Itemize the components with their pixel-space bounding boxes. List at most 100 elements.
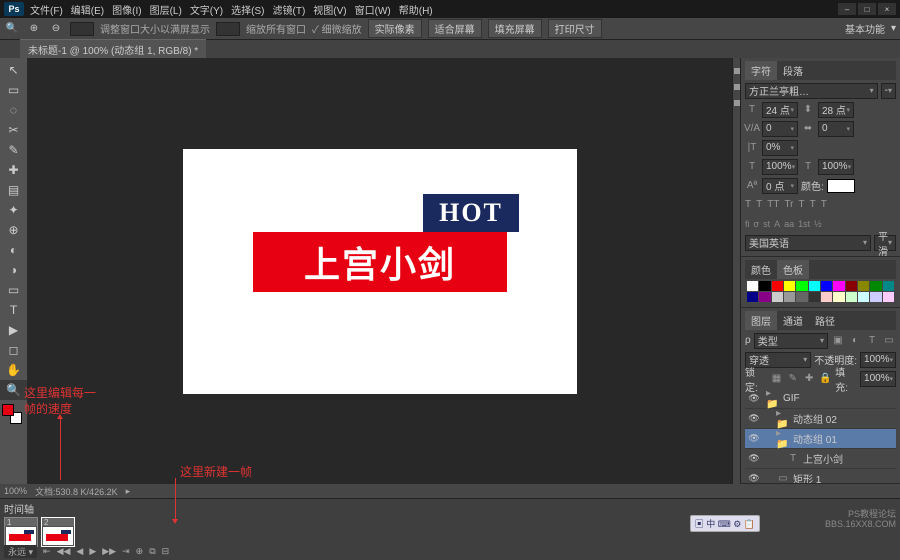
tab-channels[interactable]: 通道 bbox=[777, 311, 809, 330]
zoom-tool[interactable]: 🔍 bbox=[0, 380, 27, 400]
doc-size[interactable]: 文档:530.8 K/426.2K bbox=[35, 485, 118, 498]
swatch[interactable] bbox=[747, 281, 758, 291]
swatch[interactable] bbox=[796, 281, 807, 291]
swatch[interactable] bbox=[833, 292, 844, 302]
swatch[interactable] bbox=[759, 281, 770, 291]
tab-layers[interactable]: 图层 bbox=[745, 311, 777, 330]
gradient-tool[interactable]: ◐ bbox=[0, 240, 27, 260]
tab-paragraph[interactable]: 段落 bbox=[777, 61, 809, 80]
antialiasing-select[interactable]: 平滑 bbox=[874, 235, 896, 251]
lock-pos-icon[interactable]: ✚ bbox=[803, 372, 816, 386]
swatch[interactable] bbox=[809, 292, 820, 302]
swatch[interactable] bbox=[772, 292, 783, 302]
filter-icon[interactable]: ▭ bbox=[882, 334, 896, 348]
layer-row[interactable]: 👁T上宫小剑 bbox=[745, 449, 896, 469]
fill-input[interactable]: 100% bbox=[860, 371, 896, 387]
swatch[interactable] bbox=[821, 292, 832, 302]
ot-alt[interactable]: σ bbox=[754, 219, 760, 229]
swatch[interactable] bbox=[858, 292, 869, 302]
close-button[interactable]: × bbox=[878, 3, 896, 15]
swatch[interactable] bbox=[883, 281, 894, 291]
kerning-input[interactable]: 0 bbox=[762, 121, 798, 137]
dodge-tool[interactable]: ◑ bbox=[0, 260, 27, 280]
dock-icon[interactable] bbox=[734, 100, 740, 106]
visibility-toggle[interactable]: 👁 bbox=[748, 453, 760, 464]
swatch-grid[interactable] bbox=[745, 279, 896, 304]
tab-character[interactable]: 字符 bbox=[745, 61, 777, 80]
layer-row[interactable]: 👁▭矩形 1 bbox=[745, 469, 896, 484]
tracking-input[interactable]: 0 bbox=[818, 121, 854, 137]
swatch[interactable] bbox=[846, 292, 857, 302]
shift-input[interactable]: 0 点 bbox=[762, 178, 798, 194]
fill-screen-button[interactable]: 填充屏幕 bbox=[488, 19, 542, 38]
filter-kind-select[interactable]: 类型 bbox=[754, 333, 828, 349]
superscript[interactable]: T bbox=[799, 199, 805, 210]
actual-pixels-button[interactable]: 实际像素 bbox=[368, 19, 422, 38]
ot-fractions[interactable]: ½ bbox=[814, 219, 822, 229]
strikethrough[interactable]: T bbox=[821, 199, 827, 210]
swatch[interactable] bbox=[870, 281, 881, 291]
dock-icon[interactable] bbox=[734, 84, 740, 90]
swatch[interactable] bbox=[784, 281, 795, 291]
prev-frame-button[interactable]: ◀◀ bbox=[57, 546, 71, 557]
ot-ordinals[interactable]: 1st bbox=[798, 219, 810, 229]
layer-row[interactable]: 👁▸ 📁动态组 02 bbox=[745, 409, 896, 429]
print-size-button[interactable]: 打印尺寸 bbox=[548, 19, 602, 38]
stamp-tool[interactable]: ✦ bbox=[0, 200, 27, 220]
document-tab[interactable]: 未标题-1 @ 100% (动态组 1, RGB/8) * bbox=[20, 39, 206, 59]
menu-filter[interactable]: 滤镜(T) bbox=[273, 2, 306, 17]
visibility-toggle[interactable]: 👁 bbox=[748, 433, 760, 444]
layer-row[interactable]: 👁▸ 📁GIF bbox=[745, 389, 896, 409]
swatch[interactable] bbox=[846, 281, 857, 291]
swatch[interactable] bbox=[759, 292, 770, 302]
all-caps[interactable]: TT bbox=[767, 199, 779, 210]
ot-titling[interactable]: A bbox=[774, 219, 780, 229]
filter-icon[interactable]: T bbox=[865, 334, 879, 348]
eyedropper-tool[interactable]: ✎ bbox=[0, 140, 27, 160]
hscale-input[interactable]: 100% bbox=[762, 159, 798, 175]
filter-icon[interactable]: ▣ bbox=[831, 334, 845, 348]
visibility-toggle[interactable]: 👁 bbox=[748, 393, 760, 404]
lock-trans-icon[interactable]: ▦ bbox=[770, 372, 783, 386]
frame-1[interactable]: 1 bbox=[4, 517, 38, 547]
swatch[interactable] bbox=[784, 292, 795, 302]
menu-edit[interactable]: 编辑(E) bbox=[71, 2, 104, 17]
swatch[interactable] bbox=[796, 292, 807, 302]
opacity-input[interactable]: 100% bbox=[860, 352, 896, 368]
maximize-button[interactable]: □ bbox=[858, 3, 876, 15]
swatch[interactable] bbox=[870, 292, 881, 302]
language-select[interactable]: 美国英语 bbox=[745, 235, 871, 251]
tab-paths[interactable]: 路径 bbox=[809, 311, 841, 330]
minimize-button[interactable]: – bbox=[838, 3, 856, 15]
zoom-level[interactable]: 100% bbox=[4, 486, 27, 496]
menu-file[interactable]: 文件(F) bbox=[30, 2, 63, 17]
faux-italic[interactable]: T bbox=[756, 199, 762, 210]
font-family-select[interactable]: 方正兰亭粗… bbox=[745, 83, 878, 99]
menu-image[interactable]: 图像(I) bbox=[112, 2, 141, 17]
subscript[interactable]: T bbox=[810, 199, 816, 210]
play-button[interactable]: ▶ bbox=[89, 546, 96, 557]
color-picker[interactable] bbox=[0, 400, 27, 428]
brush-tool[interactable]: ▤ bbox=[0, 180, 27, 200]
swatch[interactable] bbox=[833, 281, 844, 291]
menu-help[interactable]: 帮助(H) bbox=[399, 2, 433, 17]
visibility-toggle[interactable]: 👁 bbox=[748, 413, 760, 424]
foreground-color[interactable] bbox=[2, 404, 14, 416]
crop-tool[interactable]: ✂ bbox=[0, 120, 27, 140]
zoom-all-checkbox[interactable] bbox=[216, 22, 240, 36]
new-frame-button[interactable]: ⧉ bbox=[149, 546, 155, 557]
zoom-out-icon[interactable]: ⊖ bbox=[48, 21, 64, 37]
document-canvas[interactable]: HOT 上宫小剑 bbox=[183, 149, 577, 394]
dock-icon[interactable] bbox=[734, 68, 740, 74]
heal-tool[interactable]: ✚ bbox=[0, 160, 27, 180]
lock-all-icon[interactable]: 🔒 bbox=[819, 372, 832, 386]
lasso-tool[interactable]: ◌ bbox=[0, 100, 27, 120]
tween-button[interactable]: ⊕ bbox=[136, 546, 144, 557]
font-style-select[interactable]: - bbox=[881, 83, 896, 99]
swatch[interactable] bbox=[883, 292, 894, 302]
delete-frame-button[interactable]: ⊟ bbox=[162, 546, 170, 557]
menu-view[interactable]: 视图(V) bbox=[313, 2, 346, 17]
tab-color[interactable]: 颜色 bbox=[745, 260, 777, 279]
ime-taskbar[interactable]: ▣ 中 ⌨ ⚙ 📋 bbox=[690, 515, 760, 532]
play-back-button[interactable]: ◀ bbox=[76, 546, 83, 557]
